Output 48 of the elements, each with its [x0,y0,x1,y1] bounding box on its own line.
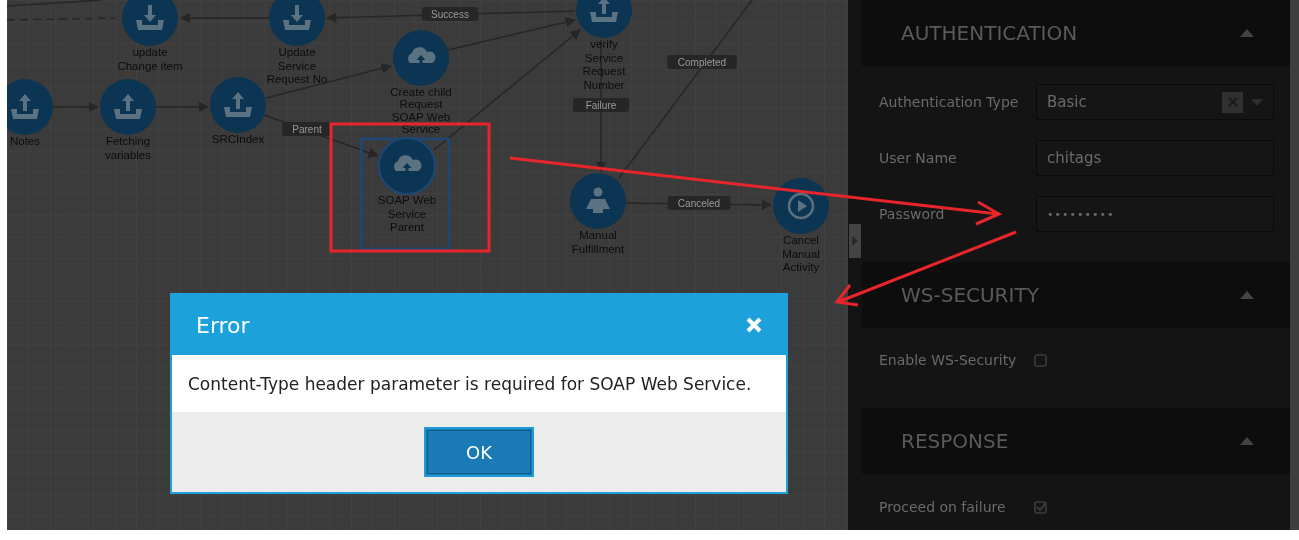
person-icon [586,187,610,213]
upload-tray-icon [114,94,142,119]
download-tray-icon [136,5,164,30]
clear-icon[interactable] [1222,91,1243,113]
caret-up-icon [1240,291,1254,299]
section-header[interactable]: AUTHENTICATION [862,0,1290,66]
edge-label: Completed [667,55,737,69]
caret-up-icon [1240,29,1254,37]
checkbox[interactable] [1034,500,1047,514]
section-title: AUTHENTICATION [901,21,1078,45]
ok-button[interactable]: OK [424,427,534,477]
password-field[interactable]: ••••••••• [1036,196,1274,232]
edge-label: Canceled [667,196,731,210]
caret-up-icon [1240,437,1254,445]
field-label: Password [879,206,946,222]
close-icon[interactable] [746,317,762,333]
upload-tray-icon [590,0,618,22]
task-node[interactable] [269,0,325,46]
scrollbar[interactable] [1290,0,1299,530]
error-message: Content-Type header parameter is required for SOAP Web Service. [188,373,752,394]
connector-arrow [155,101,210,113]
checkbox[interactable] [1034,353,1047,367]
field-label: Enable WS-Security [879,352,1018,368]
text-field[interactable]: chitags [1036,140,1274,176]
edge-label: Failure [572,98,630,112]
select-field[interactable]: Basic [1036,84,1274,120]
task-node[interactable] [773,178,829,234]
section-title: WS-SECURITY [901,283,1039,307]
section-header[interactable]: WS-SECURITY [862,262,1290,328]
play-icon [787,192,815,220]
caret-right-icon [851,235,859,247]
task-node[interactable] [7,79,53,135]
upload-tray-icon [224,92,252,117]
download-tray-icon [283,5,311,30]
connector-arrow [52,101,100,113]
field-label: Authentication Type [879,94,1020,110]
edge-label: Success [421,7,479,21]
task-node[interactable] [122,0,178,46]
dropdown-caret-icon [1251,98,1263,106]
collapse-handle[interactable] [849,224,861,258]
section-header[interactable]: RESPONSE [862,408,1290,474]
task-node[interactable] [576,0,632,38]
field-label: User Name [879,150,958,166]
section-title: RESPONSE [901,429,1009,453]
dialog-title: Error [196,312,250,338]
edge-label: Parent [282,122,332,136]
field-label: Proceed on failure [879,499,1007,515]
upload-tray-icon [11,94,39,119]
